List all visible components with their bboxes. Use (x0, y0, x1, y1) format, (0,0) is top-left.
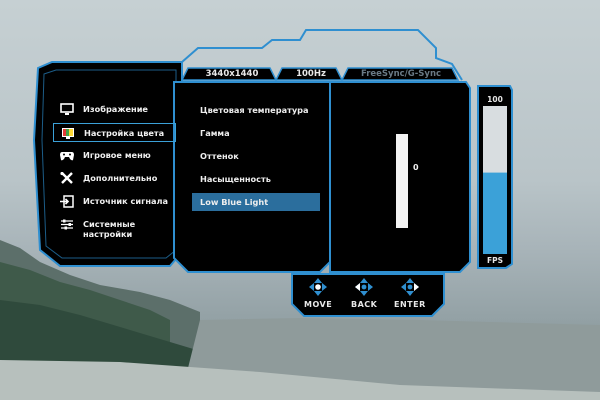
nav-icons (309, 278, 419, 296)
dpad-enter-icon (401, 278, 419, 296)
nav-enter-label: ENTER (394, 300, 426, 309)
nav-back-label: BACK (351, 300, 378, 309)
dpad-move-icon (309, 278, 327, 296)
dpad-back-icon (355, 278, 373, 296)
nav-move-label: MOVE (304, 300, 333, 309)
